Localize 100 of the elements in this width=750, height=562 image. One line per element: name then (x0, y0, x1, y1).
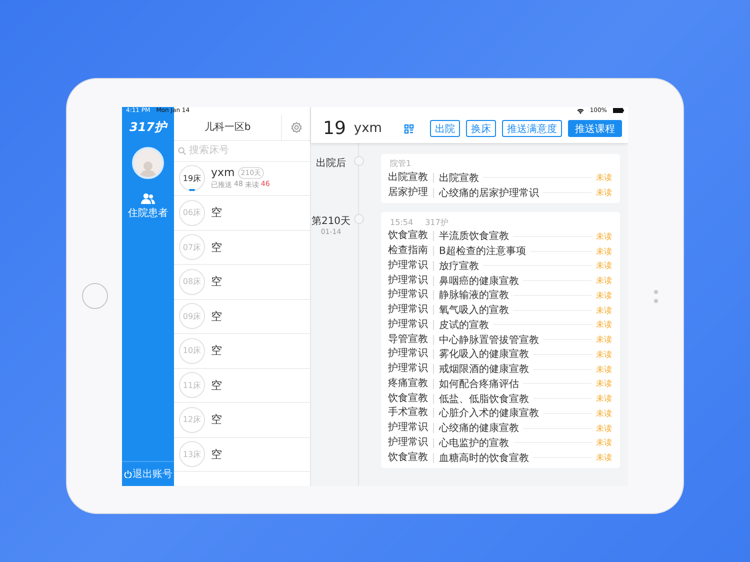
item-title[interactable]: 半流质饮食宣教 (434, 229, 509, 244)
empty-label: 空 (211, 205, 222, 220)
app-logo: 317护 (129, 119, 167, 136)
sender-name: 317护 (425, 216, 448, 228)
settings-icon (290, 122, 302, 132)
grid-icon (404, 124, 414, 134)
bed-number: 13床 (179, 441, 205, 468)
bed-number: 12床 (179, 406, 205, 433)
read-status: 未读 (596, 187, 612, 198)
empty-label: 空 (211, 308, 222, 324)
bed-number: 06床 (179, 200, 205, 226)
item-title[interactable]: 放疗宣教 (434, 258, 479, 273)
item-title[interactable]: 皮试的宣教 (434, 318, 489, 332)
bed-number: 08床 (179, 268, 205, 295)
item-category: 手术宣教 (388, 408, 434, 418)
read-status: 未读 (596, 378, 612, 390)
patient-name: yxm (211, 166, 235, 180)
ward-title: 儿科一区b (203, 120, 252, 135)
search-icon (178, 146, 186, 154)
timeline-node (354, 156, 364, 166)
timeline-node (354, 214, 364, 224)
bed-number: 09床 (179, 303, 205, 330)
item-category: 导管宣教 (388, 334, 434, 345)
wifi-icon (576, 108, 584, 114)
item-title[interactable]: 雾化吸入的健康宣教 (434, 347, 529, 362)
item-title[interactable]: 戒烟限酒的健康宣教 (434, 362, 529, 376)
empty-label: 空 (211, 412, 222, 428)
bed-number: 07床 (179, 234, 205, 260)
read-status: 未读 (596, 246, 612, 257)
patient-name-title: yxm (354, 121, 382, 136)
empty-label: 空 (211, 274, 222, 290)
bed-row[interactable]: 11床 空 (174, 368, 310, 403)
bed-number: 11床 (179, 372, 205, 398)
timeline-label: 出院后 (316, 156, 346, 170)
item-title[interactable]: 心电监护的宣教 (434, 436, 509, 450)
item-category: 护理常识 (388, 290, 434, 300)
read-status: 未读 (596, 452, 612, 464)
item-category: 护理常识 (388, 260, 434, 271)
item-title[interactable]: 鼻咽癌的健康宣教 (434, 274, 519, 288)
read-status: 未读 (596, 275, 612, 286)
bed-number: 10床 (179, 338, 205, 364)
item-category: 护理常识 (388, 349, 434, 360)
item-title[interactable]: 中心静脉置管拔管宣教 (434, 332, 539, 347)
power-icon (124, 470, 132, 478)
read-status: 未读 (596, 422, 612, 434)
item-title[interactable]: 血糖高时的饮食宣教 (434, 450, 529, 465)
bed-row[interactable]: 10床 空 (174, 334, 310, 368)
item-title[interactable]: 心绞痛的居家护理常识 (434, 186, 539, 200)
action-button[interactable]: 推送满意度 (502, 120, 562, 137)
read-status: 未读 (596, 334, 612, 346)
bed-row[interactable]: 13床 空 (174, 438, 310, 472)
item-title[interactable]: 静脉输液的宣教 (434, 288, 509, 302)
empty-label: 空 (211, 343, 222, 358)
item-title[interactable]: 低盐、低脂饮食宣教 (434, 392, 529, 406)
bed-row[interactable]: 08床 空 (174, 265, 310, 300)
bed-row[interactable]: 06床 空 (174, 196, 310, 230)
item-category: 护理常识 (388, 305, 434, 316)
item-title[interactable]: 出院宣教 (434, 170, 479, 185)
item-title[interactable]: 心脏介入术的健康宣教 (434, 406, 539, 420)
read-status: 未读 (596, 260, 612, 272)
sender-name: 院管1 (390, 158, 412, 169)
item-category: 检查指南 (388, 246, 434, 256)
item-category: 饮食宣教 (388, 452, 434, 463)
timeline-label: 第210天 (311, 215, 351, 228)
item-category: 护理常识 (388, 423, 434, 434)
read-status: 未读 (596, 408, 612, 419)
read-status: 未读 (596, 437, 612, 448)
read-status: 未读 (596, 172, 612, 184)
item-category: 居家护理 (388, 188, 434, 198)
item-category: 饮食宣教 (388, 231, 434, 242)
item-title[interactable]: B超检查的注意事项 (434, 244, 526, 258)
item-category: 饮食宣教 (388, 394, 434, 404)
bed-row[interactable]: 12床 空 (174, 403, 310, 438)
action-button[interactable]: 出院 (430, 120, 460, 137)
action-button[interactable]: 换床 (466, 120, 496, 137)
empty-label: 空 (211, 240, 222, 255)
read-status: 未读 (596, 230, 612, 242)
read-status: 未读 (596, 319, 612, 330)
empty-label: 空 (211, 446, 222, 462)
item-title[interactable]: 心绞痛的健康宣教 (434, 421, 519, 436)
item-category: 护理常识 (388, 364, 434, 374)
person-silhouette-icon (139, 158, 157, 176)
bed-row[interactable]: 09床 空 (174, 300, 310, 334)
item-category: 护理常识 (388, 438, 434, 448)
item-title[interactable]: 氧气吸入的宣教 (434, 303, 509, 318)
read-status: 未读 (596, 290, 612, 301)
item-title[interactable]: 如何配合疼痛评估 (434, 376, 519, 391)
empty-label: 空 (211, 378, 222, 393)
read-status: 未读 (596, 304, 612, 316)
item-category: 疼痛宣教 (388, 378, 434, 389)
read-status: 未读 (596, 348, 612, 360)
people-icon (141, 192, 155, 204)
bed-row[interactable]: 07床 空 (174, 230, 310, 265)
bed-number-title: 19 (323, 118, 346, 139)
read-status: 未读 (596, 393, 612, 404)
item-category: 出院宣教 (388, 172, 434, 183)
item-category: 护理常识 (388, 320, 434, 330)
read-status: 未读 (596, 364, 612, 375)
message-time: 15:54 (390, 218, 414, 226)
item-category: 护理常识 (388, 276, 434, 286)
